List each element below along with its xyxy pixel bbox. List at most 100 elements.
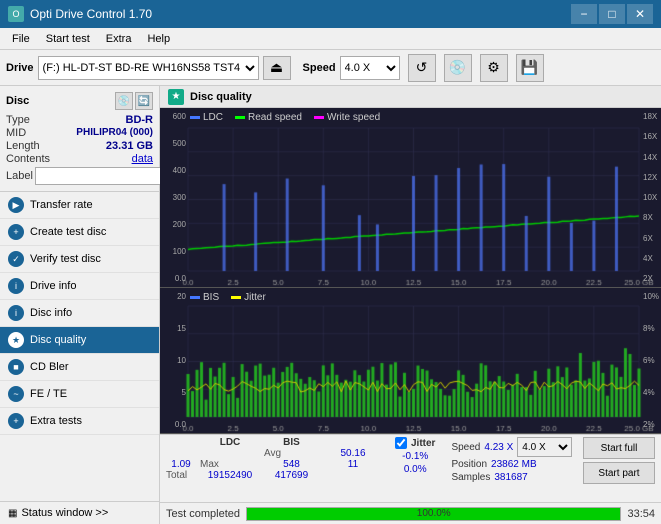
type-label: Type: [6, 114, 30, 126]
stats-bar: LDC BIS Avg 50.16 1.09 Max 548 11 Total …: [160, 434, 661, 502]
stats-table: LDC BIS Avg 50.16 1.09 Max 548 11 Total …: [166, 437, 383, 481]
nav-icon-fe-te: ~: [8, 386, 24, 402]
menu-start-test[interactable]: Start test: [38, 31, 98, 47]
progress-bar-area: Test completed 100.0% 33:54: [160, 502, 661, 524]
close-button[interactable]: ✕: [627, 4, 653, 24]
drive-label: Drive: [6, 62, 34, 74]
speed-select-stats[interactable]: 4.0 X: [517, 437, 572, 457]
progress-percent: 100.0%: [247, 508, 620, 520]
status-window-icon: ▦: [8, 508, 17, 519]
progress-track: 100.0%: [246, 507, 621, 521]
sidebar: Disc 💿 🔄 Type BD-R MID PHILIPR04 (000) L…: [0, 86, 160, 524]
refresh-button[interactable]: ↺: [408, 54, 436, 82]
menu-bar: File Start test Extra Help: [0, 28, 661, 50]
samples-value: 381687: [494, 472, 527, 483]
nav-drive-info[interactable]: i Drive info: [0, 273, 159, 300]
type-value: BD-R: [126, 114, 154, 126]
disc-icon-2[interactable]: 🔄: [135, 92, 153, 110]
legend-write-speed: Write speed: [327, 112, 380, 123]
menu-extra[interactable]: Extra: [98, 31, 140, 47]
chart1-y-left: 6005004003002001000.0: [160, 108, 188, 287]
contents-value[interactable]: data: [132, 153, 153, 165]
nav-label-extra-tests: Extra tests: [30, 415, 82, 427]
max-ldc: 548: [264, 459, 319, 470]
disc-panel: Disc 💿 🔄 Type BD-R MID PHILIPR04 (000) L…: [0, 86, 159, 192]
max-bis: 11: [323, 459, 383, 470]
nav-label-drive-info: Drive info: [30, 280, 76, 292]
status-window-label: Status window >>: [21, 507, 108, 519]
total-key: Total: [166, 470, 196, 481]
eject-button[interactable]: ⏏: [263, 56, 291, 80]
mid-label: MID: [6, 127, 26, 139]
chart2-canvas: [160, 288, 661, 433]
total-bis: 417699: [264, 470, 319, 481]
jitter-checkbox[interactable]: [395, 437, 407, 449]
content-area: ★ Disc quality LDC Read speed: [160, 86, 661, 524]
length-label: Length: [6, 140, 40, 152]
burn-button[interactable]: 💿: [444, 54, 472, 82]
nav-label-cd-bler: CD Bler: [30, 361, 69, 373]
nav-verify-test-disc[interactable]: ✓ Verify test disc: [0, 246, 159, 273]
nav-label-transfer-rate: Transfer rate: [30, 199, 93, 211]
drive-bar: Drive (F:) HL-DT-ST BD-RE WH16NS58 TST4 …: [0, 50, 661, 86]
minimize-button[interactable]: −: [571, 4, 597, 24]
contents-label: Contents: [6, 153, 50, 165]
nav-icon-drive-info: i: [8, 278, 24, 294]
nav-fe-te[interactable]: ~ FE / TE: [0, 381, 159, 408]
maximize-button[interactable]: □: [599, 4, 625, 24]
nav-transfer-rate[interactable]: ▶ Transfer rate: [0, 192, 159, 219]
time-text: 33:54: [627, 508, 655, 520]
nav-icon-disc-quality: ★: [8, 332, 24, 348]
nav-icon-disc-info: i: [8, 305, 24, 321]
jitter-speed-section: Jitter -0.1% 0.0%: [395, 437, 435, 475]
avg-ldc: 50.16: [323, 448, 383, 459]
nav-create-test-disc[interactable]: + Create test disc: [0, 219, 159, 246]
nav-disc-info[interactable]: i Disc info: [0, 300, 159, 327]
max-jitter: 0.0%: [395, 464, 435, 475]
settings-button[interactable]: ⚙: [480, 54, 508, 82]
length-value: 23.31 GB: [106, 140, 153, 152]
chart1-legend: LDC Read speed Write speed: [190, 112, 380, 123]
jitter-checkbox-area: [166, 448, 260, 459]
speed-select-drive[interactable]: 4.0 X: [340, 56, 400, 80]
nav-label-fe-te: FE / TE: [30, 388, 67, 400]
speed-value: 4.23 X: [484, 442, 513, 453]
chart1-canvas: [160, 108, 661, 287]
nav-label-create-test-disc: Create test disc: [30, 226, 106, 238]
nav-cd-bler[interactable]: ■ CD Bler: [0, 354, 159, 381]
app-title: Opti Drive Control 1.70: [30, 7, 152, 21]
nav-disc-quality[interactable]: ★ Disc quality: [0, 327, 159, 354]
action-buttons: Start full Start part: [583, 437, 655, 484]
dq-icon: ★: [168, 89, 184, 105]
avg-bis: 1.09: [166, 459, 196, 470]
status-text: Test completed: [166, 508, 240, 520]
save-button[interactable]: 💾: [516, 54, 544, 82]
dq-header: ★ Disc quality: [160, 86, 661, 108]
start-full-button[interactable]: Start full: [583, 437, 655, 459]
status-window[interactable]: ▦ Status window >>: [0, 501, 159, 524]
legend-ldc: LDC: [203, 112, 223, 123]
disc-title: Disc: [6, 95, 29, 107]
disc-icon-1[interactable]: 💿: [115, 92, 133, 110]
nav-icon-transfer-rate: ▶: [8, 197, 24, 213]
label-input[interactable]: [35, 167, 173, 185]
menu-help[interactable]: Help: [139, 31, 178, 47]
avg-key: Avg: [264, 448, 319, 459]
samples-key: Samples: [451, 472, 490, 483]
position-key: Position: [451, 459, 487, 470]
nav-extra-tests[interactable]: + Extra tests: [0, 408, 159, 435]
speed-position-section: Speed 4.23 X 4.0 X Position 23862 MB Sam…: [451, 437, 572, 483]
nav-icon-extra-tests: +: [8, 413, 24, 429]
app-icon: O: [8, 6, 24, 22]
start-part-button[interactable]: Start part: [583, 462, 655, 484]
drive-select[interactable]: (F:) HL-DT-ST BD-RE WH16NS58 TST4: [38, 56, 259, 80]
avg-jitter: -0.1%: [395, 451, 435, 462]
chart1-y-right: 18X16X14X12X10X8X6X4X2X: [641, 108, 661, 287]
position-value: 23862 MB: [491, 459, 537, 470]
menu-file[interactable]: File: [4, 31, 38, 47]
nav-icon-cd-bler: ■: [8, 359, 24, 375]
jitter-label: Jitter: [411, 438, 435, 449]
chart-ldc: LDC Read speed Write speed 6005004003002…: [160, 108, 661, 288]
title-bar: O Opti Drive Control 1.70 − □ ✕: [0, 0, 661, 28]
nav-icon-create-test-disc: +: [8, 224, 24, 240]
